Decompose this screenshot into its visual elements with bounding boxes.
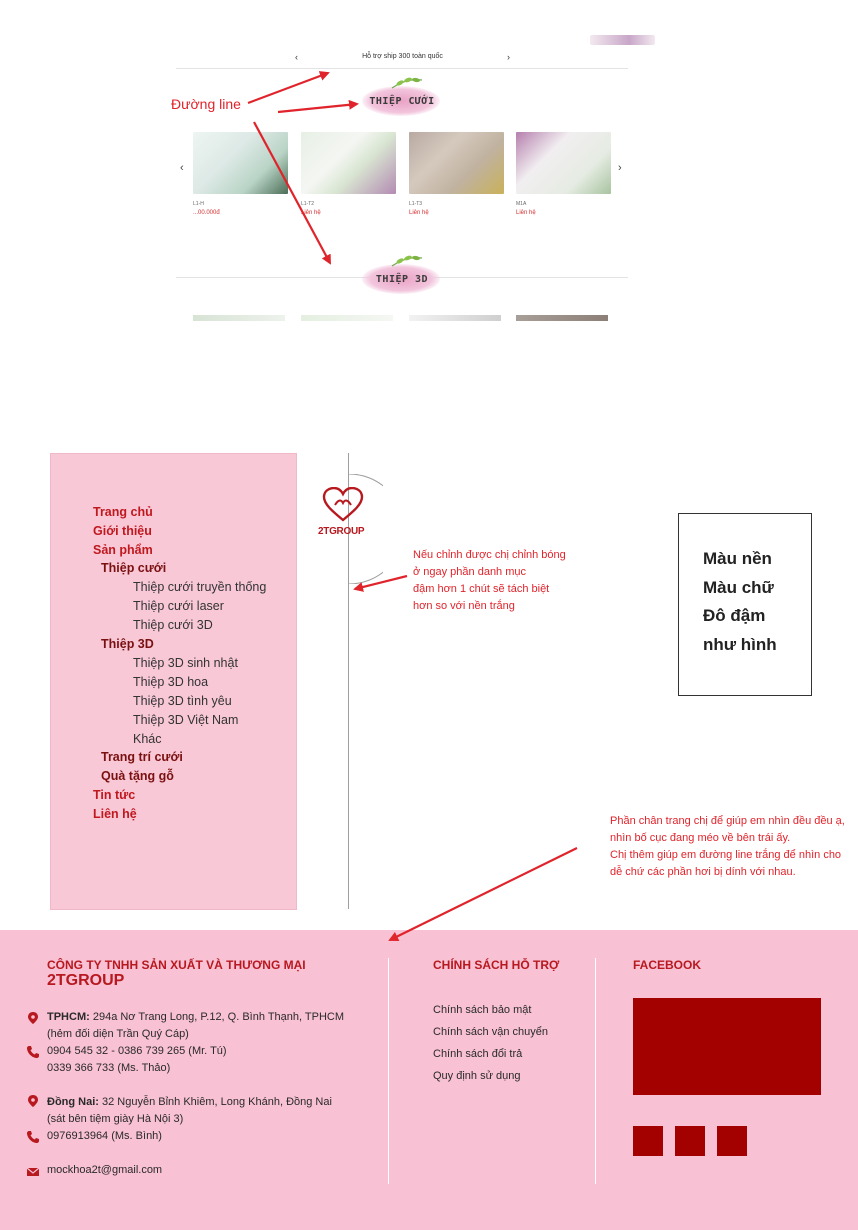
annotation-arrows [247, 71, 578, 941]
arrow-to-mid-line [253, 121, 331, 265]
arrow-to-divider [353, 574, 408, 592]
arrow-to-title [277, 99, 359, 114]
arrow-to-footer [388, 847, 578, 941]
arrow-to-top-line [247, 71, 330, 105]
